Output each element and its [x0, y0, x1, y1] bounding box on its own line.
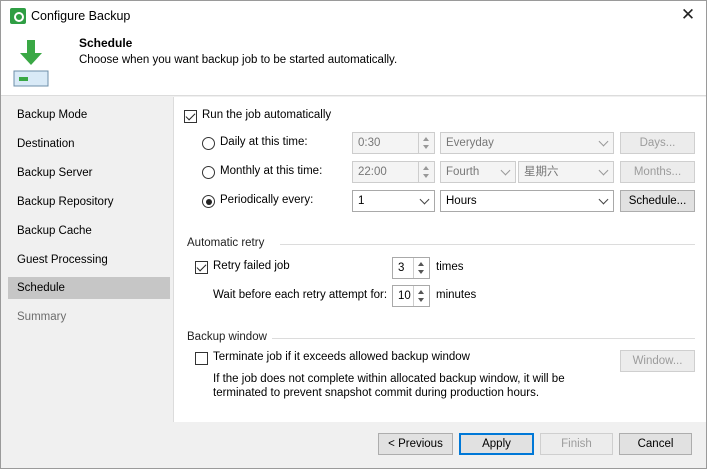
- title-bar: Configure Backup ✕: [1, 1, 706, 31]
- periodic-radio[interactable]: [202, 195, 215, 208]
- schedule-download-icon: [13, 40, 49, 87]
- sidebar-item-destination[interactable]: Destination: [8, 133, 170, 155]
- days-button[interactable]: Days...: [620, 132, 695, 154]
- daily-days-select[interactable]: Everyday: [440, 132, 614, 154]
- terminate-job-label: Terminate job if it exceeds allowed back…: [213, 351, 470, 363]
- monthly-day-value: 星期六: [524, 166, 559, 178]
- schedule-panel: Run the job automatically Daily at this …: [173, 97, 706, 422]
- close-icon[interactable]: ✕: [678, 5, 698, 25]
- chevron-down-icon: [419, 194, 430, 205]
- previous-button[interactable]: < Previous: [378, 433, 453, 455]
- monthly-label: Monthly at this time:: [220, 165, 323, 177]
- page-title: Schedule: [79, 36, 133, 50]
- automatic-retry-heading: Automatic retry: [187, 237, 265, 249]
- monthly-time-value: 22:00: [358, 166, 387, 178]
- schedule-button[interactable]: Schedule...: [620, 190, 695, 212]
- retry-wait-label: Wait before each retry attempt for:: [213, 289, 388, 301]
- monthly-week-select[interactable]: Fourth: [440, 161, 516, 183]
- wizard-sidebar: Backup Mode Destination Backup Server Ba…: [1, 97, 173, 422]
- wizard-footer: < Previous Apply Finish Cancel: [1, 422, 706, 468]
- monthly-time-input[interactable]: 22:00: [352, 161, 435, 183]
- periodic-value: 1: [358, 195, 365, 207]
- monthly-day-select[interactable]: 星期六: [518, 161, 614, 183]
- app-icon: [10, 8, 26, 24]
- retry-times-value: 3: [398, 262, 405, 274]
- retry-wait-value: 10: [398, 290, 411, 302]
- apply-button[interactable]: Apply: [459, 433, 534, 455]
- chevron-down-icon: [598, 165, 609, 176]
- backup-window-heading: Backup window: [187, 331, 267, 343]
- run-automatically-label: Run the job automatically: [202, 109, 332, 121]
- backup-window-divider: [272, 338, 695, 339]
- cancel-button[interactable]: Cancel: [619, 433, 692, 455]
- periodic-value-select[interactable]: 1: [352, 190, 435, 212]
- daily-time-value: 0:30: [358, 137, 381, 149]
- chevron-down-icon: [598, 136, 609, 147]
- monthly-week-value: Fourth: [446, 166, 480, 178]
- retry-times-input[interactable]: 3: [392, 257, 430, 279]
- wizard-header: Schedule Choose when you want backup job…: [1, 31, 706, 96]
- periodic-label: Periodically every:: [220, 194, 314, 206]
- daily-days-value: Everyday: [446, 137, 494, 149]
- sidebar-item-summary: Summary: [17, 311, 67, 323]
- retry-wait-input[interactable]: 10: [392, 285, 430, 307]
- backup-window-note-line1: If the job does not complete within allo…: [213, 373, 565, 385]
- retry-divider: [280, 244, 695, 245]
- retry-wait-unit: minutes: [436, 289, 477, 301]
- window-title: Configure Backup: [31, 9, 131, 23]
- run-automatically-checkbox[interactable]: [184, 110, 197, 123]
- retry-times-unit: times: [436, 261, 464, 273]
- finish-button[interactable]: Finish: [540, 433, 613, 455]
- sidebar-item-schedule[interactable]: Schedule: [8, 277, 170, 299]
- sidebar-item-backup-repository[interactable]: Backup Repository: [8, 191, 170, 213]
- chevron-down-icon: [598, 194, 609, 205]
- sidebar-item-backup-server[interactable]: Backup Server: [8, 162, 170, 184]
- terminate-job-checkbox[interactable]: [195, 352, 208, 365]
- daily-label: Daily at this time:: [220, 136, 308, 148]
- monthly-time-spinner[interactable]: [418, 162, 434, 182]
- retry-failed-checkbox[interactable]: [195, 261, 208, 274]
- page-subtitle: Choose when you want backup job to be st…: [79, 54, 398, 66]
- backup-window-note-line2: terminated to prevent snapshot commit du…: [213, 387, 540, 399]
- window-button[interactable]: Window...: [620, 350, 695, 372]
- months-button[interactable]: Months...: [620, 161, 695, 183]
- periodic-unit-select[interactable]: Hours: [440, 190, 614, 212]
- daily-radio[interactable]: [202, 137, 215, 150]
- sidebar-item-backup-cache[interactable]: Backup Cache: [8, 220, 170, 242]
- periodic-unit-value: Hours: [446, 195, 477, 207]
- sidebar-item-guest-processing[interactable]: Guest Processing: [8, 249, 170, 271]
- retry-failed-label: Retry failed job: [213, 260, 290, 272]
- configure-backup-window: Configure Backup ✕ Schedule Choose when …: [0, 0, 707, 469]
- daily-time-spinner[interactable]: [418, 133, 434, 153]
- retry-wait-spinner[interactable]: [413, 286, 429, 306]
- monthly-radio[interactable]: [202, 166, 215, 179]
- retry-times-spinner[interactable]: [413, 258, 429, 278]
- sidebar-item-backup-mode[interactable]: Backup Mode: [8, 104, 170, 126]
- daily-time-input[interactable]: 0:30: [352, 132, 435, 154]
- chevron-down-icon: [500, 165, 511, 176]
